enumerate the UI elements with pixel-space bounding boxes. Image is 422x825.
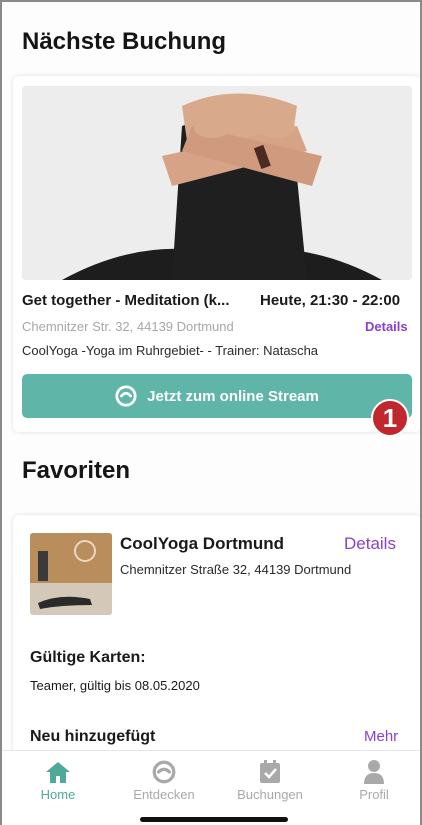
- booking-hero-image: [22, 86, 412, 280]
- home-indicator: [140, 817, 288, 822]
- home-icon: [46, 762, 70, 783]
- tab-discover[interactable]: Entdecken: [114, 757, 214, 802]
- next-booking-title: Nächste Buchung: [22, 28, 227, 55]
- app-screen: Nächste Buchung Get together - Meditatio…: [0, 0, 422, 825]
- meditation-photo: [22, 86, 412, 280]
- studio-name[interactable]: CoolYoga Dortmund: [120, 534, 284, 554]
- tab-bookings[interactable]: Buchungen: [220, 757, 320, 802]
- bottom-tab-bar: Home Entdecken Buchungen Profil: [2, 750, 420, 825]
- tab-profile[interactable]: Profil: [324, 757, 420, 802]
- studio-address: Chemnitzer Straße 32, 44139 Dortmund: [120, 562, 352, 577]
- studio-thumbnail: [30, 533, 112, 615]
- booking-address: Chemnitzer Str. 32, 44139 Dortmund: [22, 319, 234, 334]
- online-stream-button[interactable]: Jetzt zum online Stream: [22, 374, 412, 418]
- more-link[interactable]: Mehr: [364, 728, 398, 745]
- discover-icon: [152, 760, 176, 784]
- studio-details-link[interactable]: Details: [344, 534, 396, 554]
- booking-time: Heute, 21:30 - 22:00: [260, 292, 401, 309]
- favorite-studio-card[interactable]: CoolYoga Dortmund Details Chemnitzer Str…: [13, 515, 420, 775]
- annotation-badge: 1: [371, 399, 409, 437]
- tab-bookings-label: Buchungen: [237, 787, 303, 802]
- stream-logo-icon: [115, 385, 137, 407]
- tab-profile-label: Profil: [359, 787, 389, 802]
- next-booking-card[interactable]: Get together - Meditation (k... Heute, 2…: [13, 76, 420, 432]
- new-added-title: Neu hinzugefügt: [30, 728, 156, 745]
- valid-cards-title: Gültige Karten:: [30, 649, 146, 666]
- valid-card-entry: Teamer, gültig bis 08.05.2020: [30, 678, 200, 693]
- tab-home[interactable]: Home: [8, 757, 108, 802]
- online-stream-label: Jetzt zum online Stream: [147, 387, 319, 405]
- booking-provider-trainer: CoolYoga -Yoga im Ruhrgebiet- - Trainer:…: [22, 343, 319, 358]
- tab-discover-label: Entdecken: [133, 787, 195, 802]
- tab-home-label: Home: [40, 787, 76, 802]
- profile-icon: [364, 760, 384, 784]
- favorites-title: Favoriten: [22, 457, 131, 484]
- booking-details-link[interactable]: Details: [365, 319, 408, 334]
- bookings-icon: [260, 760, 280, 783]
- booking-title: Get together - Meditation (k...: [22, 292, 230, 309]
